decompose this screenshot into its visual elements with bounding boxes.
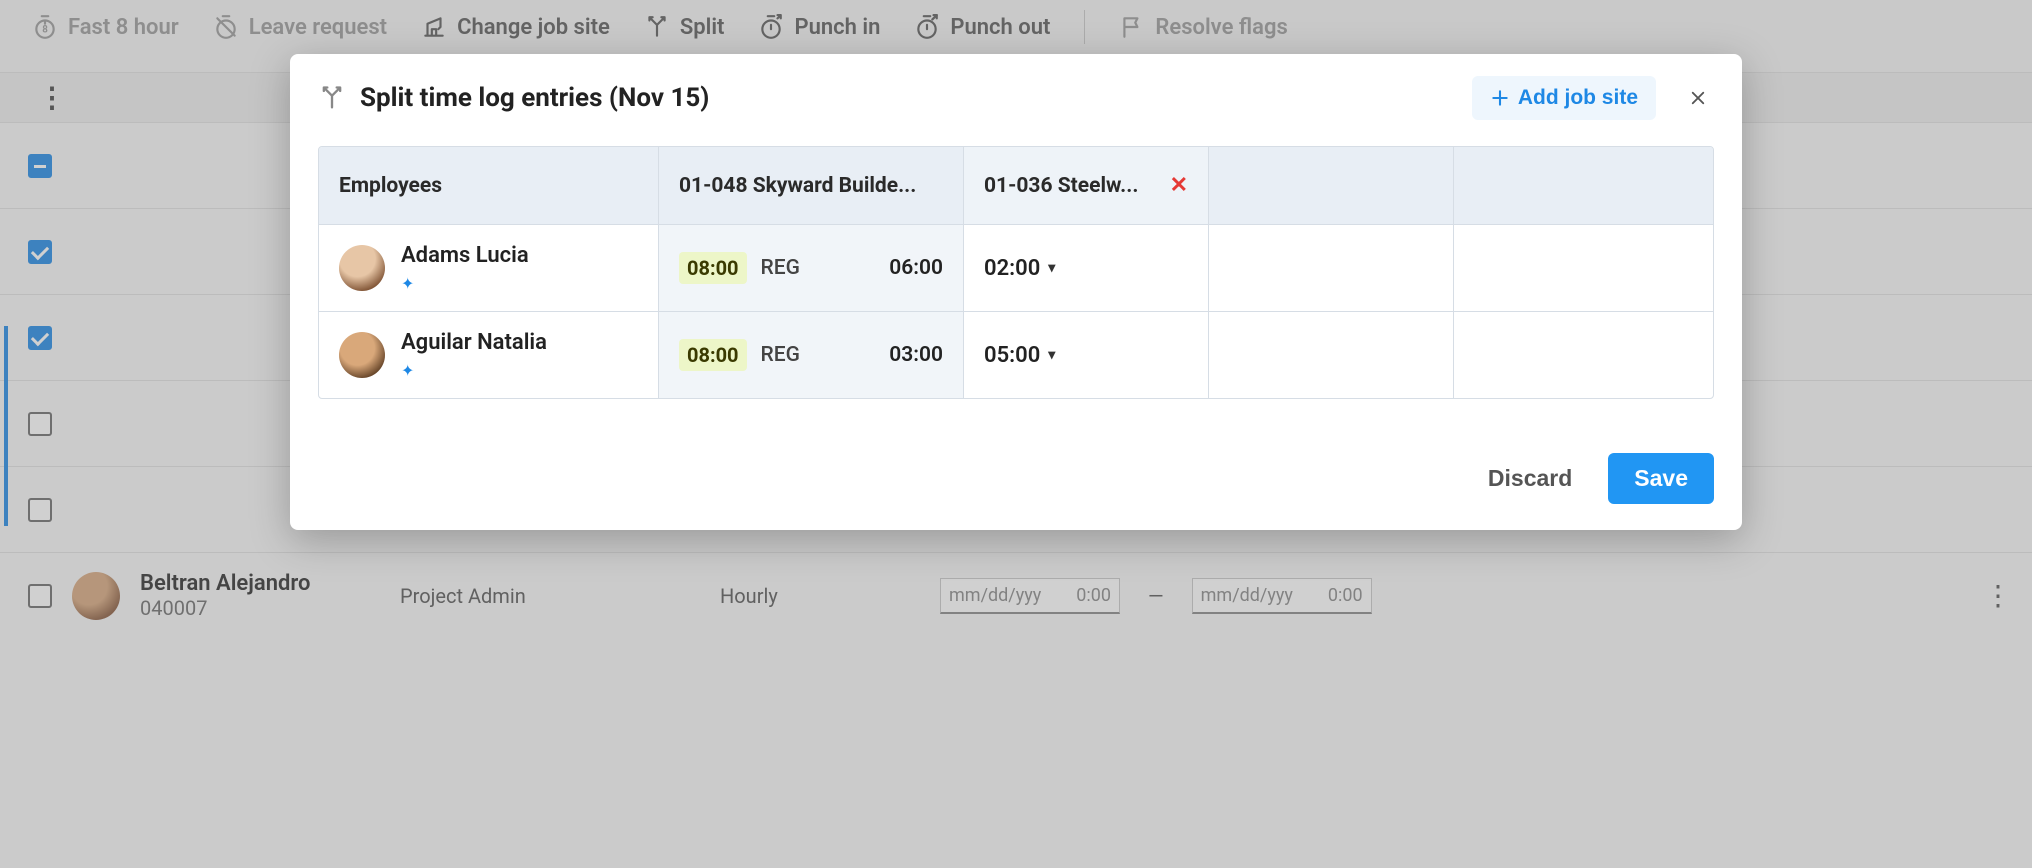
star-icon: ✦ bbox=[401, 274, 529, 293]
header-site-1: 01-048 Skyward Builde... bbox=[659, 147, 964, 224]
modal-header: Split time log entries (Nov 15) Add job … bbox=[318, 76, 1714, 120]
total-time-badge: 08:00 bbox=[679, 252, 747, 284]
split-time-log-modal: Split time log entries (Nov 15) Add job … bbox=[290, 54, 1742, 530]
modal-title: Split time log entries (Nov 15) bbox=[360, 83, 709, 113]
discard-button[interactable]: Discard bbox=[1478, 453, 1582, 504]
site2-cell[interactable]: 05:00 ▾ bbox=[964, 312, 1209, 398]
header-label: 01-036 Steelw... bbox=[984, 174, 1138, 198]
header-empty-2 bbox=[1454, 147, 1699, 224]
remove-site-icon[interactable]: ✕ bbox=[1170, 173, 1188, 198]
employee-name: Adams Lucia bbox=[401, 243, 529, 268]
site2-cell[interactable]: 02:00 ▾ bbox=[964, 225, 1209, 311]
header-label: 01-048 Skyward Builde... bbox=[679, 174, 916, 198]
time-type: REG bbox=[761, 256, 800, 280]
caret-down-icon: ▾ bbox=[1048, 347, 1055, 363]
header-label: Employees bbox=[339, 174, 442, 198]
save-button[interactable]: Save bbox=[1608, 453, 1714, 504]
employee-cell: Aguilar Natalia ✦ bbox=[319, 312, 659, 398]
modal-footer: Discard Save bbox=[318, 453, 1714, 504]
site2-time-dropdown[interactable]: 02:00 ▾ bbox=[984, 256, 1055, 281]
avatar bbox=[339, 245, 385, 291]
employee-cell: Adams Lucia ✦ bbox=[319, 225, 659, 311]
split-icon bbox=[318, 84, 346, 112]
employee-row: Aguilar Natalia ✦ 08:00 REG 03:00 05:00 … bbox=[319, 311, 1713, 398]
modal-overlay: Split time log entries (Nov 15) Add job … bbox=[0, 0, 2032, 868]
total-time-badge: 08:00 bbox=[679, 339, 747, 371]
time-type: REG bbox=[761, 343, 800, 367]
site2-time-value: 05:00 bbox=[984, 343, 1040, 368]
star-icon: ✦ bbox=[401, 361, 547, 380]
add-job-site-button[interactable]: Add job site bbox=[1472, 76, 1656, 120]
header-empty-1 bbox=[1209, 147, 1454, 224]
site2-time-dropdown[interactable]: 05:00 ▾ bbox=[984, 343, 1055, 368]
site1-cell: 08:00 REG 06:00 bbox=[659, 225, 964, 311]
close-button[interactable] bbox=[1682, 82, 1714, 114]
split-grid: Employees 01-048 Skyward Builde... 01-03… bbox=[318, 146, 1714, 399]
empty-cell bbox=[1209, 312, 1454, 398]
close-icon bbox=[1689, 89, 1707, 107]
empty-cell bbox=[1209, 225, 1454, 311]
header-employees: Employees bbox=[319, 147, 659, 224]
avatar bbox=[339, 332, 385, 378]
site1-cell: 08:00 REG 03:00 bbox=[659, 312, 964, 398]
grid-header: Employees 01-048 Skyward Builde... 01-03… bbox=[319, 147, 1713, 224]
empty-cell bbox=[1454, 312, 1699, 398]
add-job-site-label: Add job site bbox=[1518, 86, 1638, 110]
caret-down-icon: ▾ bbox=[1048, 260, 1055, 276]
employee-row: Adams Lucia ✦ 08:00 REG 06:00 02:00 ▾ bbox=[319, 224, 1713, 311]
site1-time: 03:00 bbox=[889, 343, 943, 367]
site2-time-value: 02:00 bbox=[984, 256, 1040, 281]
site1-time: 06:00 bbox=[889, 256, 943, 280]
header-site-2: 01-036 Steelw... ✕ bbox=[964, 147, 1209, 224]
plus-icon bbox=[1490, 88, 1510, 108]
empty-cell bbox=[1454, 225, 1699, 311]
employee-name: Aguilar Natalia bbox=[401, 330, 547, 355]
